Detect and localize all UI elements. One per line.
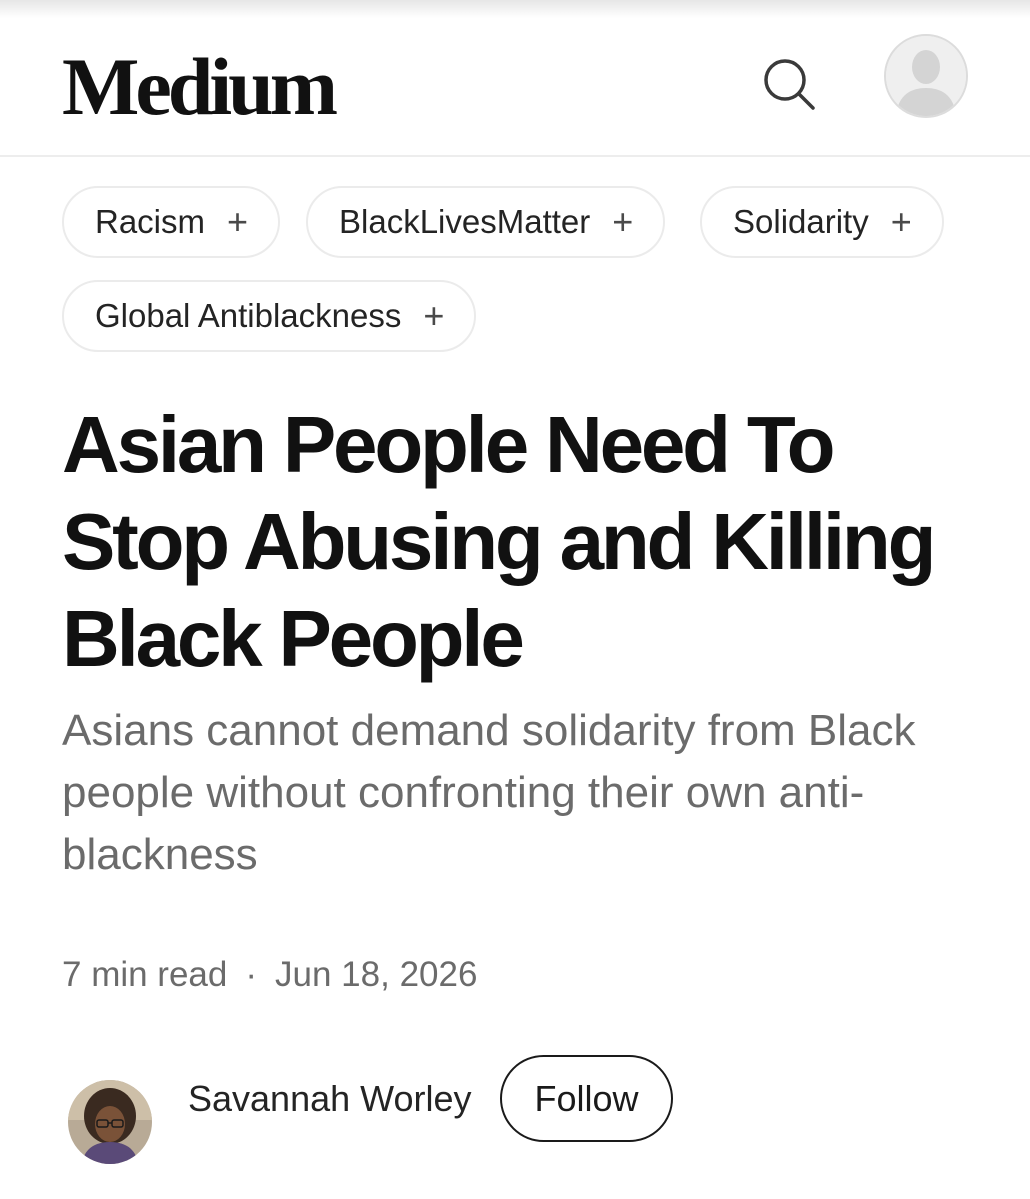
user-avatar-placeholder-icon xyxy=(886,36,966,116)
plus-icon: + xyxy=(890,201,912,242)
tag-label: Global Antiblackness xyxy=(95,297,402,334)
tag-solidarity[interactable]: Solidarity + xyxy=(700,186,944,258)
meta-separator: · xyxy=(245,955,258,994)
plus-icon: + xyxy=(227,201,249,242)
article-meta: 7 min read · Jun 18, 2026 xyxy=(62,952,477,998)
tag-blacklivesmatter[interactable]: BlackLivesMatter + xyxy=(306,186,666,258)
tag-racism[interactable]: Racism + xyxy=(62,186,281,258)
author-photo xyxy=(68,1080,152,1164)
tag-label: BlackLivesMatter xyxy=(339,203,591,240)
article-title: Asian People Need To Stop Abusing and Ki… xyxy=(62,400,936,683)
author-avatar[interactable] xyxy=(68,1080,152,1164)
search-button[interactable] xyxy=(757,52,821,116)
tag-label: Racism xyxy=(95,203,206,240)
medium-logo[interactable]: Medium xyxy=(62,42,338,132)
author-name-link[interactable]: Savannah Worley xyxy=(188,1077,472,1121)
search-icon xyxy=(764,59,815,110)
follow-button[interactable]: Follow xyxy=(500,1055,673,1142)
profile-avatar-button[interactable] xyxy=(884,34,968,118)
read-time: 7 min read xyxy=(62,955,228,994)
article-page: Medium Racism + BlackLivesMatter + Solid… xyxy=(0,0,1030,1199)
publish-date: Jun 18, 2026 xyxy=(275,955,478,994)
article-subtitle: Asians cannot demand solidarity from Bla… xyxy=(62,706,916,879)
tag-label: Solidarity xyxy=(733,203,869,240)
top-bar: Medium xyxy=(0,0,1030,157)
plus-icon: + xyxy=(423,295,445,336)
plus-icon: + xyxy=(612,201,634,242)
tag-global-antiblackness[interactable]: Global Antiblackness + xyxy=(62,280,477,352)
